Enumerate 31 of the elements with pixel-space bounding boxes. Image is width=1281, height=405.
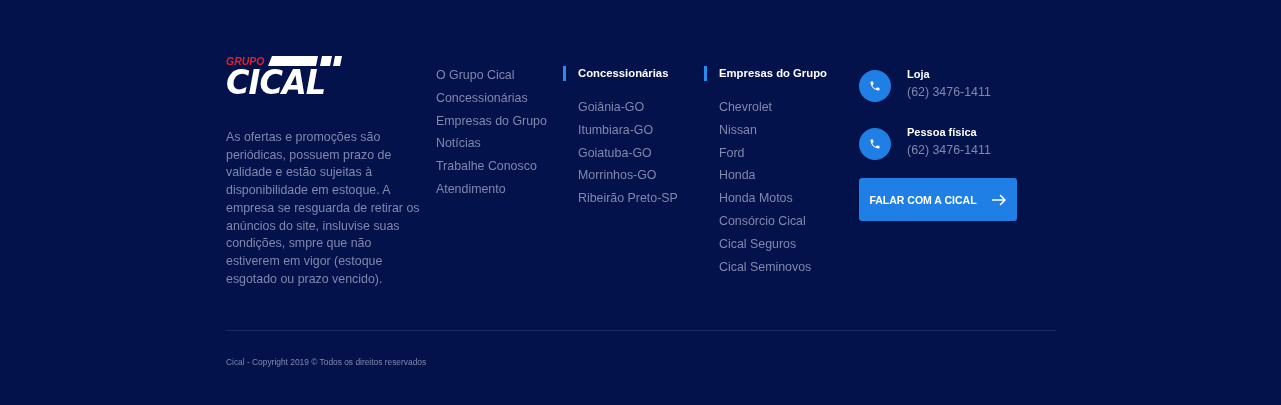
footer-link[interactable]: Ribeirão Preto-SP (578, 189, 704, 208)
footer-link[interactable]: Consórcio Cical (719, 212, 845, 230)
phone-badge-icon (859, 128, 891, 160)
footer-nav-link[interactable]: O Grupo Cical (436, 66, 563, 84)
phone-number: (62) 3476-1411 (907, 142, 991, 159)
footer-link[interactable]: Ford (719, 143, 845, 162)
contact-button[interactable]: FALAR COM A CICAL (859, 178, 1017, 221)
copyright-text: Cical - Copyright 2019 © Todos os direitos reservados (226, 357, 428, 367)
phone-number: (62) 3476-1411 (907, 84, 991, 101)
column-heading: Empresas do Grupo (704, 66, 845, 81)
contact-label: Loja (907, 67, 931, 81)
disclaimer-text: As ofertas e promoções são periódicas, possuem prazo de validade e estão sujeitas à disponibilidade em estoque. A empresa se resguarda de retirar os anúncios do site, insluvise suas condições, smpre que não estiverem em vigor (estoque esgotado ou prazo vencido). (226, 129, 421, 288)
footer-link[interactable]: Honda Motos (719, 189, 845, 208)
phone-badge-icon (859, 70, 891, 102)
footer-link[interactable]: Cical Seminovos (719, 257, 845, 276)
footer-nav-link[interactable]: Concessionárias (436, 88, 563, 107)
footer-link[interactable]: Nissan (719, 120, 845, 139)
footer-link[interactable]: Chevrolet (719, 98, 845, 116)
arrow-right-icon (990, 193, 1007, 206)
footer-link[interactable]: Itumbiara-GO (578, 120, 704, 139)
footer-nav-link[interactable]: Trabalhe Conosco (436, 157, 563, 176)
footer-link[interactable]: Honda (719, 166, 845, 185)
contact-label: Pessoa física (907, 125, 978, 139)
footer-link[interactable]: Goiatuba-GO (578, 143, 704, 162)
footer-nav-link[interactable]: Notícias (436, 134, 563, 153)
footer-nav-link[interactable]: Empresas do Grupo (436, 111, 563, 130)
footer-link[interactable]: Cical Seguros (719, 234, 845, 253)
footer-link[interactable]: Goiânia-GO (578, 98, 704, 116)
footer-link[interactable]: Morrinhos-GO (578, 166, 704, 185)
column-heading: Concessionárias (563, 66, 704, 81)
footer-nav-link[interactable]: Atendimento (436, 180, 563, 198)
